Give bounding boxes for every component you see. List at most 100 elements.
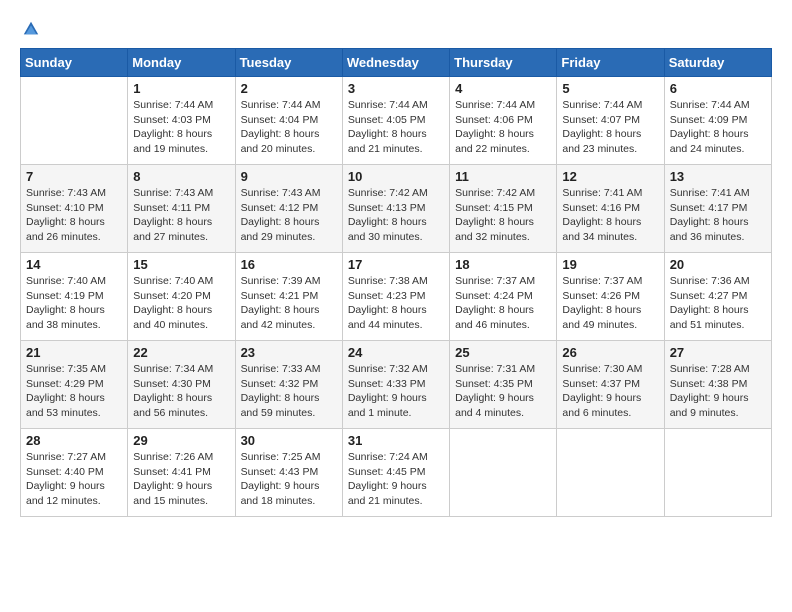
sunset-text: Sunset: 4:27 PM — [670, 290, 748, 302]
calendar-cell: 6 Sunrise: 7:44 AM Sunset: 4:09 PM Dayli… — [664, 77, 771, 165]
day-number: 15 — [133, 257, 229, 272]
sunset-text: Sunset: 4:06 PM — [455, 114, 533, 126]
sunset-text: Sunset: 4:21 PM — [241, 290, 319, 302]
sunrise-text: Sunrise: 7:40 AM — [133, 275, 213, 287]
daylight-text: Daylight: 9 hours and 12 minutes. — [26, 480, 105, 507]
sunrise-text: Sunrise: 7:25 AM — [241, 451, 321, 463]
calendar-cell: 5 Sunrise: 7:44 AM Sunset: 4:07 PM Dayli… — [557, 77, 664, 165]
day-number: 28 — [26, 433, 122, 448]
sunrise-text: Sunrise: 7:30 AM — [562, 363, 642, 375]
daylight-text: Daylight: 8 hours and 29 minutes. — [241, 216, 320, 243]
day-number: 17 — [348, 257, 444, 272]
day-number: 16 — [241, 257, 337, 272]
calendar-cell: 8 Sunrise: 7:43 AM Sunset: 4:11 PM Dayli… — [128, 165, 235, 253]
sunrise-text: Sunrise: 7:26 AM — [133, 451, 213, 463]
calendar-cell: 25 Sunrise: 7:31 AM Sunset: 4:35 PM Dayl… — [450, 341, 557, 429]
weekday-header-tuesday: Tuesday — [235, 49, 342, 77]
daylight-text: Daylight: 8 hours and 42 minutes. — [241, 304, 320, 331]
calendar-cell: 1 Sunrise: 7:44 AM Sunset: 4:03 PM Dayli… — [128, 77, 235, 165]
daylight-text: Daylight: 8 hours and 27 minutes. — [133, 216, 212, 243]
daylight-text: Daylight: 9 hours and 4 minutes. — [455, 392, 534, 419]
weekday-header-saturday: Saturday — [664, 49, 771, 77]
sunrise-text: Sunrise: 7:44 AM — [670, 99, 750, 111]
sunrise-text: Sunrise: 7:24 AM — [348, 451, 428, 463]
sunrise-text: Sunrise: 7:31 AM — [455, 363, 535, 375]
day-number: 1 — [133, 81, 229, 96]
daylight-text: Daylight: 9 hours and 6 minutes. — [562, 392, 641, 419]
sunset-text: Sunset: 4:03 PM — [133, 114, 211, 126]
day-number: 30 — [241, 433, 337, 448]
sunrise-text: Sunrise: 7:43 AM — [241, 187, 321, 199]
sunset-text: Sunset: 4:19 PM — [26, 290, 104, 302]
day-number: 23 — [241, 345, 337, 360]
calendar-cell: 10 Sunrise: 7:42 AM Sunset: 4:13 PM Dayl… — [342, 165, 449, 253]
weekday-header-wednesday: Wednesday — [342, 49, 449, 77]
calendar-cell — [664, 429, 771, 517]
sunset-text: Sunset: 4:07 PM — [562, 114, 640, 126]
sunset-text: Sunset: 4:38 PM — [670, 378, 748, 390]
sunrise-text: Sunrise: 7:36 AM — [670, 275, 750, 287]
sunrise-text: Sunrise: 7:44 AM — [562, 99, 642, 111]
daylight-text: Daylight: 8 hours and 44 minutes. — [348, 304, 427, 331]
daylight-text: Daylight: 8 hours and 22 minutes. — [455, 128, 534, 155]
sunset-text: Sunset: 4:30 PM — [133, 378, 211, 390]
weekday-header-thursday: Thursday — [450, 49, 557, 77]
day-number: 8 — [133, 169, 229, 184]
sunset-text: Sunset: 4:24 PM — [455, 290, 533, 302]
sunrise-text: Sunrise: 7:44 AM — [348, 99, 428, 111]
day-number: 11 — [455, 169, 551, 184]
sunrise-text: Sunrise: 7:41 AM — [670, 187, 750, 199]
sunrise-text: Sunrise: 7:44 AM — [241, 99, 321, 111]
day-number: 7 — [26, 169, 122, 184]
sunrise-text: Sunrise: 7:43 AM — [133, 187, 213, 199]
day-number: 31 — [348, 433, 444, 448]
day-number: 5 — [562, 81, 658, 96]
sunset-text: Sunset: 4:20 PM — [133, 290, 211, 302]
sunset-text: Sunset: 4:13 PM — [348, 202, 426, 214]
day-number: 9 — [241, 169, 337, 184]
week-row-3: 14 Sunrise: 7:40 AM Sunset: 4:19 PM Dayl… — [21, 253, 772, 341]
daylight-text: Daylight: 8 hours and 38 minutes. — [26, 304, 105, 331]
daylight-text: Daylight: 8 hours and 46 minutes. — [455, 304, 534, 331]
day-number: 27 — [670, 345, 766, 360]
day-number: 29 — [133, 433, 229, 448]
daylight-text: Daylight: 8 hours and 30 minutes. — [348, 216, 427, 243]
sunrise-text: Sunrise: 7:41 AM — [562, 187, 642, 199]
calendar-cell: 28 Sunrise: 7:27 AM Sunset: 4:40 PM Dayl… — [21, 429, 128, 517]
calendar-cell: 16 Sunrise: 7:39 AM Sunset: 4:21 PM Dayl… — [235, 253, 342, 341]
day-number: 19 — [562, 257, 658, 272]
calendar-cell — [557, 429, 664, 517]
sunset-text: Sunset: 4:09 PM — [670, 114, 748, 126]
week-row-4: 21 Sunrise: 7:35 AM Sunset: 4:29 PM Dayl… — [21, 341, 772, 429]
sunrise-text: Sunrise: 7:37 AM — [455, 275, 535, 287]
sunrise-text: Sunrise: 7:27 AM — [26, 451, 106, 463]
daylight-text: Daylight: 8 hours and 26 minutes. — [26, 216, 105, 243]
sunrise-text: Sunrise: 7:37 AM — [562, 275, 642, 287]
sunset-text: Sunset: 4:41 PM — [133, 466, 211, 478]
calendar-cell: 21 Sunrise: 7:35 AM Sunset: 4:29 PM Dayl… — [21, 341, 128, 429]
weekday-header-monday: Monday — [128, 49, 235, 77]
day-number: 13 — [670, 169, 766, 184]
sunrise-text: Sunrise: 7:32 AM — [348, 363, 428, 375]
day-number: 3 — [348, 81, 444, 96]
sunset-text: Sunset: 4:12 PM — [241, 202, 319, 214]
calendar-table: SundayMondayTuesdayWednesdayThursdayFrid… — [20, 48, 772, 517]
calendar-cell: 3 Sunrise: 7:44 AM Sunset: 4:05 PM Dayli… — [342, 77, 449, 165]
daylight-text: Daylight: 8 hours and 32 minutes. — [455, 216, 534, 243]
daylight-text: Daylight: 8 hours and 51 minutes. — [670, 304, 749, 331]
daylight-text: Daylight: 8 hours and 21 minutes. — [348, 128, 427, 155]
sunset-text: Sunset: 4:15 PM — [455, 202, 533, 214]
day-number: 10 — [348, 169, 444, 184]
calendar-cell — [21, 77, 128, 165]
day-number: 21 — [26, 345, 122, 360]
calendar-cell: 9 Sunrise: 7:43 AM Sunset: 4:12 PM Dayli… — [235, 165, 342, 253]
sunrise-text: Sunrise: 7:40 AM — [26, 275, 106, 287]
logo-icon — [22, 20, 40, 38]
daylight-text: Daylight: 9 hours and 21 minutes. — [348, 480, 427, 507]
sunrise-text: Sunrise: 7:33 AM — [241, 363, 321, 375]
day-number: 6 — [670, 81, 766, 96]
week-row-2: 7 Sunrise: 7:43 AM Sunset: 4:10 PM Dayli… — [21, 165, 772, 253]
daylight-text: Daylight: 8 hours and 23 minutes. — [562, 128, 641, 155]
day-number: 14 — [26, 257, 122, 272]
page-header — [20, 20, 772, 38]
